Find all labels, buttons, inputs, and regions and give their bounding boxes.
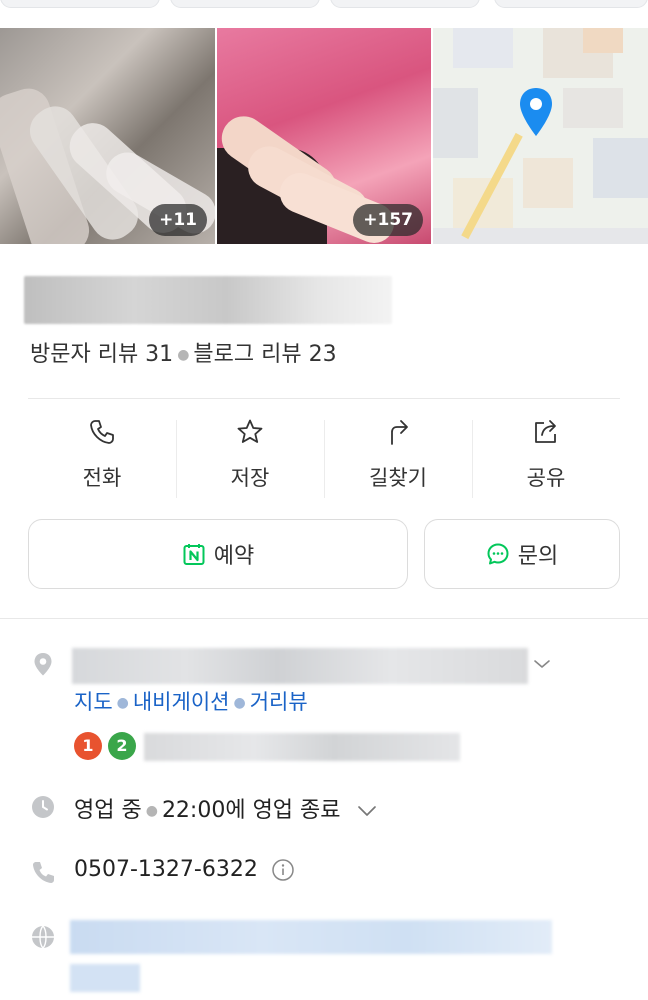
chat-bubble-icon <box>487 543 509 565</box>
map-links: 지도 ● 내비게이션 ● 거리뷰 <box>74 686 308 716</box>
phone-number-text: 0507-1327-6322 <box>74 857 258 882</box>
save-button[interactable]: 저장 <box>176 418 324 500</box>
business-hours[interactable]: 영업 중 ● 22:00에 영업 종료 <box>74 792 378 824</box>
phone-icon <box>33 862 54 883</box>
top-tab-pill[interactable] <box>330 0 480 8</box>
phone-number[interactable]: 0507-1327-6322 <box>74 857 295 882</box>
separator-dot: ● <box>233 695 246 711</box>
separator-dot: ● <box>177 347 190 363</box>
action-bar: 전화 저장 길찾기 공유 <box>28 418 620 500</box>
inquiry-button[interactable]: 문의 <box>424 519 620 589</box>
top-tab-pill[interactable] <box>0 0 160 8</box>
hours-status: 영업 중 <box>74 798 142 823</box>
place-name-redacted <box>24 276 392 324</box>
hours-detail: 22:00에 영업 종료 <box>161 798 341 823</box>
top-tab-pill[interactable] <box>494 0 648 8</box>
streetview-link[interactable]: 거리뷰 <box>250 690 308 714</box>
save-label: 저장 <box>230 466 270 490</box>
subway-line-1-badge: 1 <box>74 732 102 760</box>
reserve-label: 예약 <box>213 544 255 569</box>
map-link[interactable]: 지도 <box>74 690 113 714</box>
directions-icon <box>391 420 408 445</box>
chevron-down-icon[interactable] <box>356 803 378 819</box>
map-pin-icon <box>520 88 552 136</box>
chevron-down-icon[interactable] <box>532 656 552 672</box>
photo-gallery: +11 +157 <box>0 28 648 244</box>
share-label: 공유 <box>526 466 566 490</box>
phone-icon <box>90 420 114 444</box>
review-summary: 방문자 리뷰 31 ● 블로그 리뷰 23 <box>30 336 337 368</box>
separator-dot: ● <box>145 803 158 819</box>
call-button[interactable]: 전화 <box>28 418 176 500</box>
navigation-link[interactable]: 내비게이션 <box>133 690 230 714</box>
photo-count-badge: +11 <box>149 204 207 236</box>
directions-label: 길찾기 <box>369 466 427 490</box>
share-button[interactable]: 공유 <box>472 418 620 500</box>
gallery-photo-nails-star[interactable]: +157 <box>217 28 431 244</box>
divider <box>28 398 620 399</box>
blog-review-link[interactable]: 블로그 리뷰 23 <box>193 342 336 367</box>
star-icon <box>237 419 263 443</box>
reserve-button[interactable]: 예약 <box>28 519 408 589</box>
subway-lines: 1 2 <box>74 732 136 760</box>
clock-icon <box>32 796 54 818</box>
visitor-review-link[interactable]: 방문자 리뷰 31 <box>30 342 173 367</box>
photo-count-badge: +157 <box>353 204 423 236</box>
subway-line-2-badge: 2 <box>108 732 136 760</box>
naver-booking-icon <box>183 544 205 565</box>
gallery-photo-nails-clear[interactable]: +11 <box>0 28 215 244</box>
website-link-redacted[interactable] <box>70 964 140 992</box>
call-label: 전화 <box>82 466 122 490</box>
top-tab-strip <box>0 0 648 22</box>
address-redacted <box>72 648 528 684</box>
directions-button[interactable]: 길찾기 <box>324 418 472 500</box>
section-divider <box>0 618 648 619</box>
separator-dot: ● <box>116 695 129 711</box>
subway-station-redacted <box>144 733 460 761</box>
website-link-redacted[interactable] <box>70 920 552 954</box>
inquiry-label: 문의 <box>517 544 559 569</box>
location-pin-icon <box>34 653 52 676</box>
share-icon <box>535 420 556 443</box>
top-tab-pill[interactable] <box>170 0 320 8</box>
map-thumbnail[interactable] <box>433 28 648 244</box>
globe-icon <box>32 925 54 949</box>
info-icon[interactable] <box>271 858 295 882</box>
